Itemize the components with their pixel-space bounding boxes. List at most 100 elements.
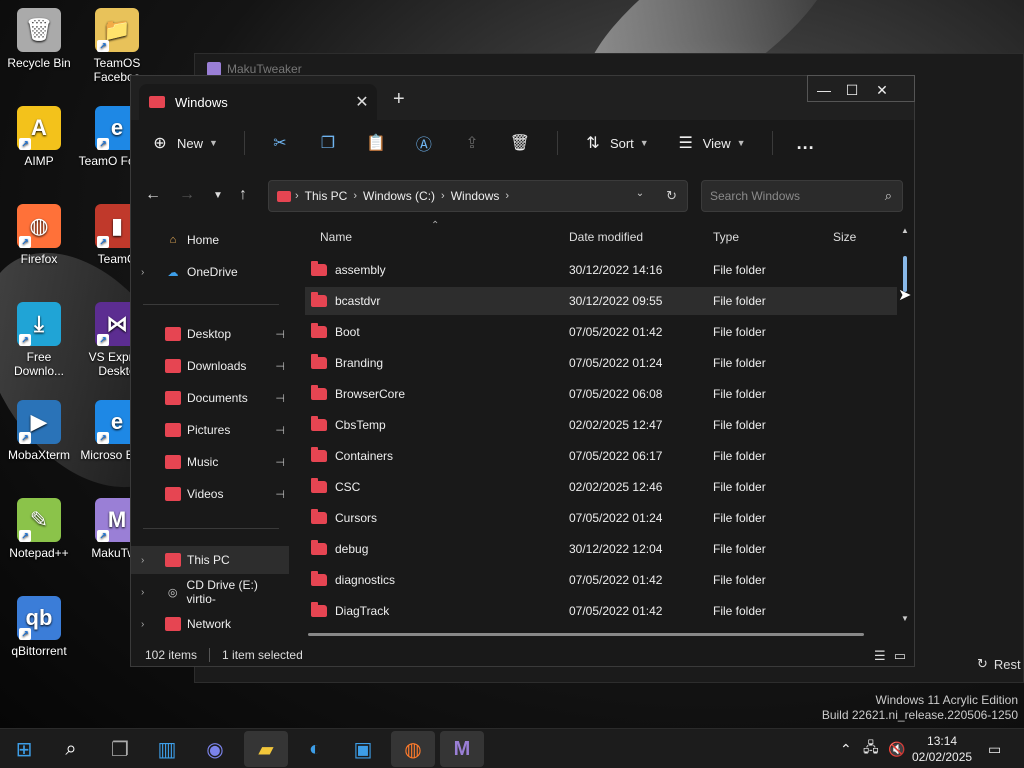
scroll-up-icon[interactable]: ▲ bbox=[901, 226, 909, 235]
desktop-icon[interactable]: A ↗ AIMP bbox=[0, 106, 78, 168]
show-hidden-icons[interactable]: ⌃ bbox=[840, 729, 852, 768]
sidebar-item-videos[interactable]: Videos ⊣ bbox=[131, 480, 289, 508]
file-name: debug bbox=[335, 542, 369, 556]
minimize-button[interactable]: — bbox=[809, 76, 839, 104]
pin-icon[interactable]: ⊣ bbox=[275, 488, 285, 501]
rename-button[interactable]: Ⓐ bbox=[413, 131, 435, 155]
pin-icon[interactable]: ⊣ bbox=[275, 360, 285, 373]
chevron-down-icon[interactable]: ⌄ bbox=[636, 188, 644, 204]
table-row[interactable]: debug 30/12/2022 12:04 File folder bbox=[305, 535, 897, 563]
clock[interactable]: 13:14 02/02/2025 bbox=[912, 733, 972, 765]
close-tab-icon[interactable]: ✕ bbox=[347, 92, 377, 112]
column-header-name[interactable]: Name bbox=[320, 230, 352, 244]
tab-windows[interactable]: Windows ✕ bbox=[139, 84, 377, 120]
start-button[interactable]: ⊞ bbox=[2, 731, 46, 767]
new-tab-button[interactable]: + bbox=[393, 88, 405, 111]
cut-button[interactable]: ✂ bbox=[269, 133, 291, 153]
sidebar-item-home[interactable]: ⌂ Home bbox=[131, 226, 289, 254]
table-row[interactable]: diagnostics 07/05/2022 01:42 File folder bbox=[305, 566, 897, 594]
breadcrumb-windows-c[interactable]: Windows (C:) bbox=[363, 189, 435, 203]
edge-icon[interactable]: ◐ bbox=[293, 731, 337, 767]
sidebar-item-label: Home bbox=[187, 233, 220, 247]
column-header-date[interactable]: Date modified bbox=[569, 230, 643, 244]
file-list: Name ⌃ Date modified Type Size assembly 3… bbox=[303, 220, 903, 644]
chat-icon[interactable]: ◉ bbox=[193, 731, 237, 767]
maximize-button[interactable]: ☐ bbox=[837, 76, 867, 104]
table-row[interactable]: BrowserCore 07/05/2022 06:08 File folder bbox=[305, 380, 897, 408]
view-button[interactable]: ☰ View ▼ bbox=[675, 133, 746, 153]
delete-button[interactable]: 🗑 bbox=[509, 133, 531, 153]
widgets-icon[interactable]: ▥ bbox=[145, 731, 189, 767]
chevron-right-icon[interactable]: › bbox=[141, 555, 157, 566]
breadcrumb-this-pc[interactable]: This PC bbox=[305, 189, 348, 203]
sort-button[interactable]: ⇅ Sort ▼ bbox=[582, 133, 648, 153]
chevron-right-icon[interactable]: › bbox=[141, 587, 157, 598]
pin-icon[interactable]: ⊣ bbox=[275, 328, 285, 341]
sidebar-item-cd-drive[interactable]: › ◎ CD Drive (E:) virtio- bbox=[131, 578, 289, 606]
restart-button[interactable]: ↻ Rest bbox=[977, 656, 1021, 672]
sidebar-item-desktop[interactable]: Desktop ⊣ bbox=[131, 320, 289, 348]
desktop-icon[interactable]: ⤓ ↗ Free Downlo... bbox=[0, 302, 78, 378]
desktop-icon[interactable]: ▶ ↗ MobaXterm bbox=[0, 400, 78, 462]
table-row[interactable]: DiagTrack 07/05/2022 01:42 File folder bbox=[305, 597, 897, 625]
makutweaker-icon[interactable]: M bbox=[440, 731, 484, 767]
copy-button[interactable]: ❐ bbox=[317, 133, 339, 153]
plus-circle-icon: ⊕ bbox=[153, 135, 167, 152]
notification-icon[interactable]: ▭ bbox=[988, 729, 1001, 768]
sidebar-item-network[interactable]: › Network bbox=[131, 610, 289, 638]
recent-locations-icon[interactable]: ▼ bbox=[213, 190, 223, 201]
sidebar-item-onedrive[interactable]: › ☁ OneDrive bbox=[131, 258, 289, 286]
file-explorer-icon[interactable]: ▰ bbox=[244, 731, 288, 767]
column-header-type[interactable]: Type bbox=[713, 230, 739, 244]
chevron-right-icon[interactable]: › bbox=[141, 619, 157, 630]
sidebar-item-documents[interactable]: Documents ⊣ bbox=[131, 384, 289, 412]
table-row[interactable]: Containers 07/05/2022 06:17 File folder bbox=[305, 442, 897, 470]
file-date: 30/12/2022 14:16 bbox=[569, 263, 663, 277]
share-button[interactable]: ⇪ bbox=[461, 133, 483, 153]
desktop-icon[interactable]: 🗑 Recycle Bin bbox=[0, 8, 78, 70]
pin-icon[interactable]: ⊣ bbox=[275, 392, 285, 405]
desktop-icon[interactable]: ◍ ↗ Firefox bbox=[0, 204, 78, 266]
forward-arrow-icon[interactable]: → bbox=[179, 186, 195, 204]
table-row[interactable]: Boot 07/05/2022 01:42 File folder bbox=[305, 318, 897, 346]
tiles-view-icon[interactable]: ▭ bbox=[894, 648, 906, 664]
column-header-size[interactable]: Size bbox=[833, 230, 856, 244]
firefox-icon[interactable]: ◍ bbox=[391, 731, 435, 767]
table-row[interactable]: CSC 02/02/2025 12:46 File folder bbox=[305, 473, 897, 501]
table-row[interactable]: Cursors 07/05/2022 01:24 File folder bbox=[305, 504, 897, 532]
desktop-icon[interactable]: 📁 ↗ TeamOS Faceboo bbox=[78, 8, 156, 84]
paste-button[interactable]: 📋 bbox=[365, 133, 387, 153]
breadcrumb-windows[interactable]: Windows bbox=[451, 189, 500, 203]
details-view-icon[interactable]: ☰ bbox=[874, 648, 886, 664]
desktop-icon[interactable]: qb ↗ qBittorrent bbox=[0, 596, 78, 658]
horizontal-scrollbar[interactable] bbox=[308, 633, 864, 636]
pin-icon[interactable]: ⊣ bbox=[275, 424, 285, 437]
address-bar[interactable]: › This PC › Windows (C:) › Windows › ⌄ ↻ bbox=[268, 180, 688, 212]
sidebar-item-music[interactable]: Music ⊣ bbox=[131, 448, 289, 476]
table-row[interactable]: assembly 30/12/2022 14:16 File folder bbox=[305, 256, 897, 284]
search-icon[interactable]: ⌕ bbox=[49, 731, 93, 767]
sidebar-item-this-pc[interactable]: › This PC bbox=[131, 546, 289, 574]
scroll-down-icon[interactable]: ▼ bbox=[901, 614, 909, 623]
up-arrow-icon[interactable]: ↑ bbox=[239, 186, 247, 204]
table-row[interactable]: Branding 07/05/2022 01:24 File folder bbox=[305, 349, 897, 377]
sidebar-item-downloads[interactable]: Downloads ⊣ bbox=[131, 352, 289, 380]
pin-icon[interactable]: ⊣ bbox=[275, 456, 285, 469]
file-explorer-window[interactable]: Windows ✕ + — ☐ ✕ ⊕ New ▼ ✂ ❐ 📋 Ⓐ ⇪ 🗑 ⇅ … bbox=[130, 75, 915, 667]
desktop-icon[interactable]: ✎ ↗ Notepad++ bbox=[0, 498, 78, 560]
new-button[interactable]: ⊕ New ▼ bbox=[149, 133, 218, 153]
file-name: Containers bbox=[335, 449, 394, 463]
task-view-icon[interactable]: ❐ bbox=[98, 731, 142, 767]
sidebar-item-pictures[interactable]: Pictures ⊣ bbox=[131, 416, 289, 444]
table-row[interactable]: CbsTemp 02/02/2025 12:47 File folder bbox=[305, 411, 897, 439]
more-options-button[interactable]: ... bbox=[797, 133, 815, 154]
network-icon[interactable]: 🖧 bbox=[863, 729, 879, 768]
close-window-button[interactable]: ✕ bbox=[867, 76, 897, 104]
refresh-icon[interactable]: ↻ bbox=[666, 188, 677, 204]
volume-muted-icon[interactable]: 🔇 bbox=[888, 729, 905, 768]
search-input[interactable]: Search Windows ⌕ bbox=[701, 180, 903, 212]
table-row[interactable]: bcastdvr 30/12/2022 09:55 File folder bbox=[305, 287, 897, 315]
chevron-right-icon[interactable]: › bbox=[141, 267, 157, 278]
store-icon[interactable]: ▣ bbox=[341, 731, 385, 767]
back-arrow-icon[interactable]: ← bbox=[145, 186, 161, 204]
